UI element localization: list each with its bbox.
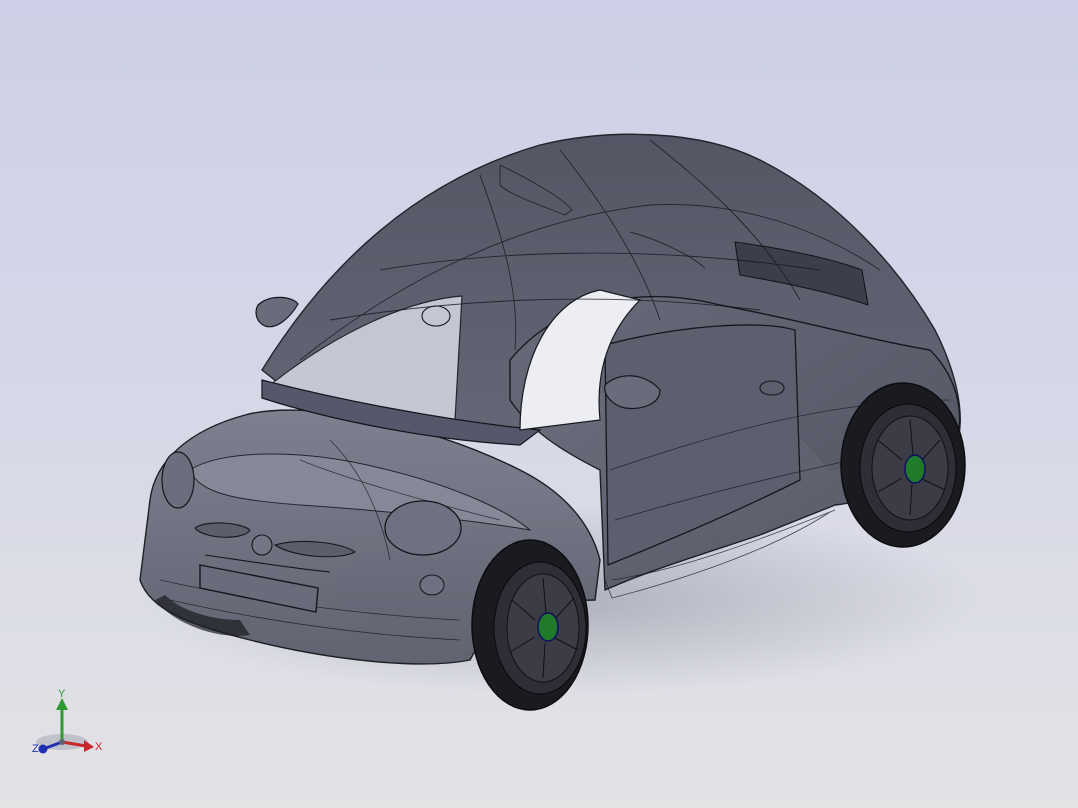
car-model-3d[interactable] xyxy=(0,0,1078,808)
mirror-left xyxy=(255,296,299,328)
hub-cap-rear xyxy=(904,454,926,484)
view-orientation-triad[interactable]: Y X Z xyxy=(28,686,108,758)
x-axis-label: X xyxy=(95,741,103,753)
graphics-viewport[interactable]: Y X Z xyxy=(0,0,1078,808)
x-axis-arrow-icon xyxy=(84,740,94,752)
wheel-rear[interactable] xyxy=(840,382,966,548)
triad-origin xyxy=(59,739,65,745)
fog-light xyxy=(419,574,445,596)
z-axis-arrow-icon xyxy=(38,744,48,754)
wheel-front[interactable] xyxy=(471,539,589,711)
hub-cap-front xyxy=(537,612,559,642)
y-axis-label: Y xyxy=(58,688,66,700)
headlight-right xyxy=(384,500,462,556)
headlight-left xyxy=(161,451,195,509)
z-axis-label: Z xyxy=(32,743,39,755)
